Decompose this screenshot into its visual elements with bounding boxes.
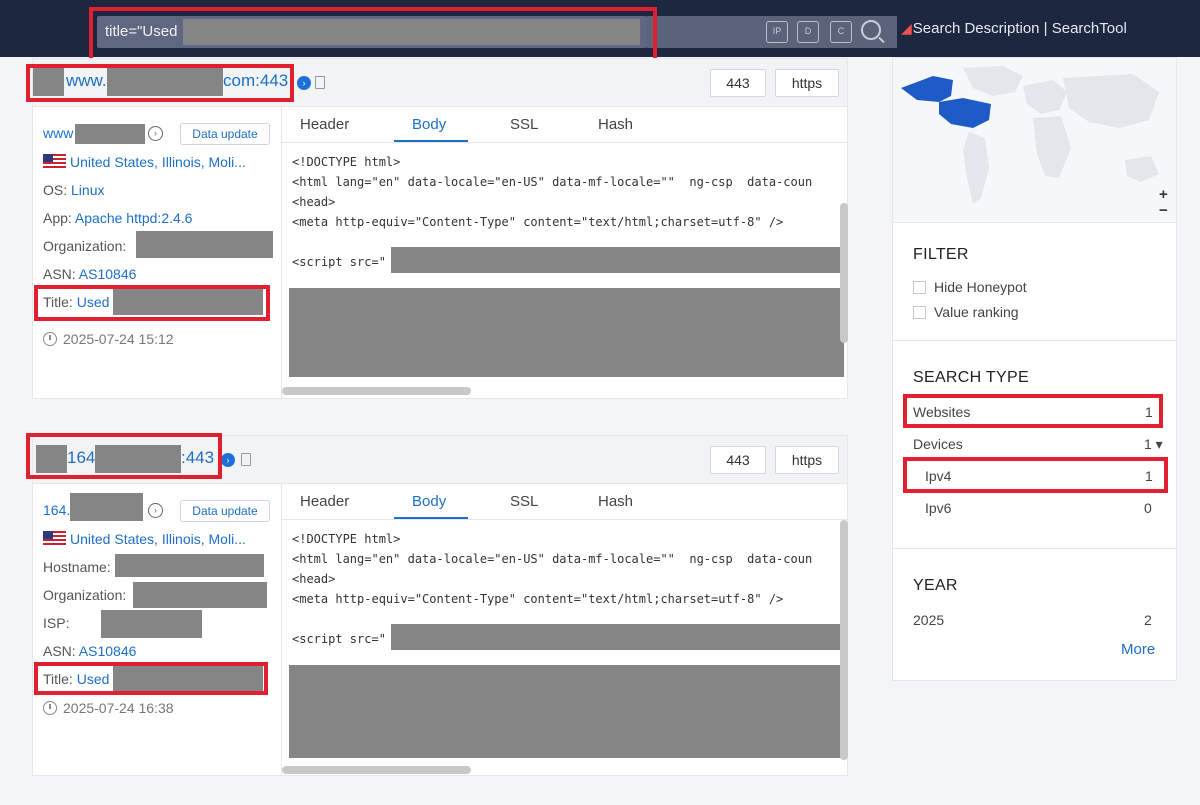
highlight-title bbox=[34, 662, 268, 695]
result-card: 164 :443 › 443 https 164. › Data update … bbox=[32, 435, 849, 776]
location[interactable]: United States, Illinois, Moli... bbox=[43, 154, 246, 170]
active-tab-indicator bbox=[394, 140, 468, 142]
search-type-title: SEARCH TYPE bbox=[913, 369, 1029, 386]
timestamp: 2025-07-24 16:38 bbox=[43, 700, 174, 716]
zoom-out-button[interactable]: − bbox=[1159, 202, 1168, 219]
redacted bbox=[115, 554, 264, 577]
detail-panel: Header Body SSL Hash <!DOCTYPE html> <ht… bbox=[281, 484, 849, 776]
tab-body[interactable]: Body bbox=[412, 116, 446, 133]
horizontal-scrollbar[interactable] bbox=[282, 766, 471, 774]
filter-title: FILTER bbox=[913, 246, 969, 263]
redacted bbox=[70, 493, 143, 521]
hostname-field: Hostname: bbox=[43, 559, 111, 575]
data-update-button[interactable]: Data update bbox=[180, 500, 270, 522]
world-map[interactable]: + − bbox=[893, 58, 1176, 223]
redacted bbox=[133, 582, 267, 608]
highlight-host bbox=[26, 433, 222, 479]
highlight-host bbox=[26, 64, 294, 102]
year-2025[interactable]: 2025 bbox=[913, 612, 944, 628]
tab-hash[interactable]: Hash bbox=[598, 116, 633, 133]
redacted bbox=[75, 124, 145, 144]
highlight-websites bbox=[903, 394, 1163, 428]
year-title: YEAR bbox=[913, 577, 958, 594]
highlight-ipv4 bbox=[903, 457, 1168, 493]
type-devices-count[interactable]: 1 ▾ bbox=[1144, 436, 1163, 453]
search-icon[interactable] bbox=[861, 20, 881, 40]
redacted bbox=[289, 288, 844, 377]
expand-icon[interactable]: › bbox=[148, 503, 163, 518]
zoom-in-button[interactable]: + bbox=[1159, 186, 1168, 203]
port-tag[interactable]: 443 bbox=[710, 446, 766, 474]
divider bbox=[893, 340, 1176, 341]
os-field: OS: Linux bbox=[43, 182, 105, 198]
redacted bbox=[289, 665, 844, 758]
body-code: <!DOCTYPE html> <html lang="en" data-loc… bbox=[284, 520, 844, 758]
type-ipv6[interactable]: Ipv6 bbox=[925, 500, 951, 516]
tab-bar: Header Body SSL Hash bbox=[282, 484, 849, 520]
data-update-button[interactable]: Data update bbox=[180, 123, 270, 145]
result-card: www. com:443 › 443 https www › Data upda… bbox=[32, 58, 849, 399]
divider bbox=[893, 548, 1176, 549]
active-tab-indicator bbox=[394, 517, 468, 519]
highlight-search bbox=[89, 7, 657, 63]
clock-icon bbox=[43, 332, 57, 346]
type-ipv6-count: 0 bbox=[1144, 500, 1152, 516]
ip-search-icon[interactable]: IP bbox=[766, 21, 788, 43]
subhost-link[interactable]: www bbox=[43, 125, 73, 141]
us-flag-icon bbox=[43, 154, 66, 169]
expand-icon[interactable]: › bbox=[148, 126, 163, 141]
redacted bbox=[136, 231, 273, 258]
app-field: App: Apache httpd:2.4.6 bbox=[43, 210, 193, 226]
tab-header[interactable]: Header bbox=[300, 493, 349, 510]
copy-icon[interactable] bbox=[315, 76, 325, 89]
vertical-scrollbar[interactable] bbox=[840, 520, 848, 760]
redacted bbox=[391, 247, 844, 273]
more-link[interactable]: More bbox=[1121, 641, 1155, 658]
scan-icon[interactable]: C bbox=[830, 21, 852, 43]
flame-icon: ◢ bbox=[901, 20, 912, 36]
copy-icon[interactable] bbox=[241, 453, 251, 466]
horizontal-scrollbar[interactable] bbox=[282, 387, 471, 395]
search-description-link[interactable]: ◢Search Description | SearchTool bbox=[901, 20, 1127, 37]
tab-header[interactable]: Header bbox=[300, 116, 349, 133]
checkbox[interactable] bbox=[913, 281, 926, 294]
vertical-scrollbar[interactable] bbox=[840, 203, 848, 343]
filter-value-ranking[interactable]: Value ranking bbox=[913, 304, 1019, 320]
body-code: <!DOCTYPE html> <html lang="en" data-loc… bbox=[284, 143, 844, 381]
subhost-link[interactable]: 164. bbox=[43, 502, 70, 518]
highlight-title bbox=[34, 285, 270, 321]
asn-field: ASN: AS10846 bbox=[43, 266, 137, 282]
tab-body[interactable]: Body bbox=[412, 493, 446, 510]
organization-field: Organization: bbox=[43, 238, 127, 254]
sidebar: + − FILTER Hide Honeypot Value ranking S… bbox=[892, 57, 1177, 681]
filter-hide-honeypot[interactable]: Hide Honeypot bbox=[913, 279, 1027, 295]
go-icon[interactable]: › bbox=[221, 453, 235, 467]
organization-field: Organization: bbox=[43, 587, 127, 603]
image-search-icon[interactable]: D bbox=[797, 21, 819, 43]
type-devices[interactable]: Devices bbox=[913, 436, 963, 452]
timestamp: 2025-07-24 15:12 bbox=[43, 331, 174, 347]
detail-panel: Header Body SSL Hash <!DOCTYPE html> <ht… bbox=[281, 107, 849, 399]
go-icon[interactable]: › bbox=[297, 76, 311, 90]
checkbox[interactable] bbox=[913, 306, 926, 319]
year-2025-count: 2 bbox=[1144, 612, 1152, 628]
tab-hash[interactable]: Hash bbox=[598, 493, 633, 510]
us-flag-icon bbox=[43, 531, 66, 546]
port-tag[interactable]: 443 bbox=[710, 69, 766, 97]
tab-ssl[interactable]: SSL bbox=[510, 116, 538, 133]
isp-field: ISP: bbox=[43, 615, 70, 631]
redacted bbox=[101, 610, 202, 638]
asn-field: ASN: AS10846 bbox=[43, 643, 137, 659]
world-map-graphic bbox=[901, 66, 1159, 204]
tab-ssl[interactable]: SSL bbox=[510, 493, 538, 510]
tab-bar: Header Body SSL Hash bbox=[282, 107, 849, 143]
redacted bbox=[391, 624, 844, 650]
protocol-tag[interactable]: https bbox=[775, 446, 839, 474]
protocol-tag[interactable]: https bbox=[775, 69, 839, 97]
location[interactable]: United States, Illinois, Moli... bbox=[43, 531, 246, 547]
clock-icon bbox=[43, 701, 57, 715]
